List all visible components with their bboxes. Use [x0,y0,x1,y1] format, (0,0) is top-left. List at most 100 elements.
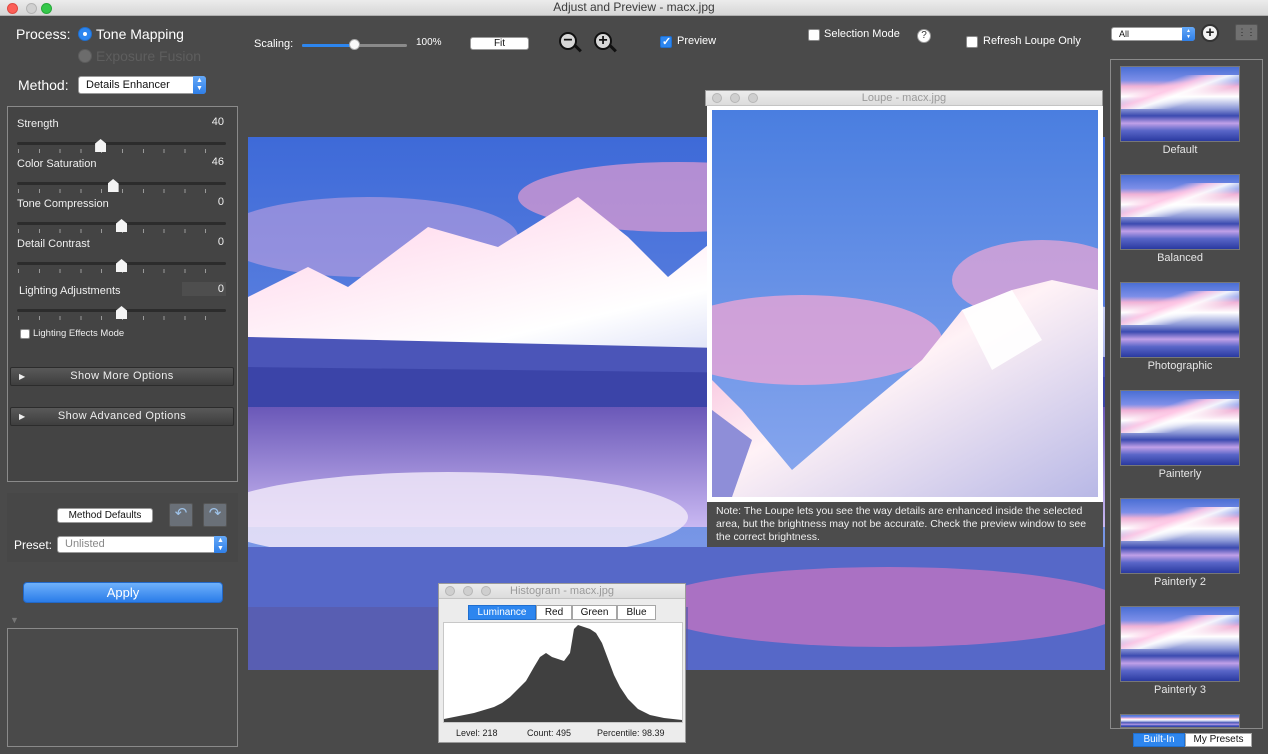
loupe-view[interactable] [662,106,1132,502]
histogram-window: Histogram - macx.jpg Luminance Red Green… [438,583,686,743]
close-icon[interactable] [7,3,18,14]
grid-view-icon[interactable]: ⋮⋮ [1235,24,1258,41]
add-preset-icon[interactable]: + [1201,24,1219,42]
undo-icon[interactable]: ↶ [169,503,193,527]
log-disclosure-icon[interactable]: ▼ [10,615,19,625]
scaling-value: 100% [416,37,442,48]
exposure-fusion-radio[interactable] [78,49,92,63]
disclosure-triangle-icon: ▶ [19,372,26,381]
process-label: Process: [16,26,71,42]
zoom-out-icon[interactable]: − [559,32,582,56]
histogram-tab-green[interactable]: Green [572,605,617,620]
show-advanced-options-label: Show Advanced Options [57,410,187,422]
preset-default-label[interactable]: Default [1112,144,1248,156]
method-label: Method: [18,77,69,93]
loupe-window: Loupe - macx.jpg [705,90,1103,106]
refresh-loupe-checkbox[interactable] [966,36,978,48]
zoom-in-icon[interactable]: + [594,32,617,56]
log-panel [7,628,238,747]
chevron-updown-icon: ▲ ▼ [1182,27,1195,41]
preset-default-thumbnail[interactable] [1120,66,1240,142]
histogram-close-icon[interactable] [445,586,455,596]
histogram-titlebar: Histogram - macx.jpg [439,584,685,599]
histogram-zoom-icon[interactable] [481,586,491,596]
preset-balanced-thumbnail[interactable] [1120,174,1240,250]
color-saturation-value: 46 [211,156,224,168]
selection-mode-checkbox[interactable] [808,29,820,41]
histogram-graph [444,625,682,722]
histogram-minimize-icon[interactable] [463,586,473,596]
fit-button[interactable]: Fit [470,37,529,50]
preset-painterly-label[interactable]: Painterly [1112,468,1248,480]
help-icon[interactable]: ? [917,29,931,43]
preset-label: Preset: [14,538,53,552]
tone-mapping-radio[interactable] [78,27,92,41]
strength-label: Strength [17,118,59,130]
show-more-options-label: Show More Options [70,370,174,382]
chevron-updown-icon: ▲ ▼ [193,76,206,94]
histogram-title: Histogram - macx.jpg [510,585,614,597]
selection-mode-label[interactable]: Selection Mode [824,28,900,40]
method-select[interactable]: Details Enhancer ▲ ▼ [78,76,206,94]
histogram-tab-red[interactable]: Red [536,605,572,620]
preset-painterly-2-label[interactable]: Painterly 2 [1112,576,1248,588]
exposure-fusion-label[interactable]: Exposure Fusion [96,48,201,64]
method-select-value: Details Enhancer [86,79,170,91]
preset-select[interactable]: Unlisted ▲ ▼ [57,536,227,553]
strength-value: 40 [211,116,224,128]
loupe-titlebar: Loupe - macx.jpg [706,91,1102,106]
histogram-tab-blue[interactable]: Blue [617,605,656,620]
preset-select-value: Unlisted [65,538,105,550]
preset-painterly-3-label[interactable]: Painterly 3 [1112,684,1248,696]
lighting-effects-mode-label[interactable]: Lighting Effects Mode [33,328,124,339]
detail-contrast-value: 0 [217,236,224,248]
lighting-adjustments-label: Lighting Adjustments [19,285,121,297]
histogram-percentile: Percentile: 98.39 [597,728,665,738]
window-title: Adjust and Preview - macx.jpg [553,0,715,14]
lighting-adjustments-value: 0 [217,283,224,295]
refresh-loupe-label[interactable]: Refresh Loupe Only [983,35,1081,47]
color-saturation-slider[interactable] [17,182,226,185]
zoom-icon[interactable] [41,3,52,14]
loupe-minimize-icon[interactable] [730,93,740,103]
chevron-updown-icon: ▲ ▼ [214,536,227,553]
preset-next-thumbnail[interactable] [1120,714,1240,728]
preset-painterly-2-thumbnail[interactable] [1120,498,1240,574]
method-defaults-button[interactable]: Method Defaults [57,508,153,523]
scaling-label: Scaling: [254,38,294,50]
presets-tab-built-in[interactable]: Built-In [1133,733,1185,747]
show-more-options-button[interactable]: ▶ Show More Options [10,367,234,386]
histogram-level: Level: 218 [456,728,498,738]
disclosure-triangle-icon: ▶ [19,412,26,421]
redo-icon[interactable]: ↷ [203,503,227,527]
apply-button[interactable]: Apply [23,582,223,603]
color-saturation-label: Color Saturation [17,158,97,170]
loupe-zoom-icon[interactable] [748,93,758,103]
loupe-note: Note: The Loupe lets you see the way det… [707,502,1103,547]
loupe-title: Loupe - macx.jpg [861,92,947,104]
preset-filter-select[interactable]: All ▲ ▼ [1111,27,1195,41]
histogram-plot[interactable] [443,622,683,723]
preview-label[interactable]: Preview [677,35,716,47]
window-titlebar: Adjust and Preview - macx.jpg [0,0,1268,16]
loupe-image [662,110,1132,497]
preset-photographic-label[interactable]: Photographic [1112,360,1248,372]
loupe-close-icon[interactable] [712,93,722,103]
lighting-effects-mode-checkbox[interactable] [20,329,30,339]
show-advanced-options-button[interactable]: ▶ Show Advanced Options [10,407,234,426]
scaling-slider-fill [302,44,355,47]
detail-contrast-label: Detail Contrast [17,238,90,250]
tone-compression-label: Tone Compression [17,198,109,210]
presets-tab-my-presets[interactable]: My Presets [1185,733,1252,747]
preset-painterly-3-thumbnail[interactable] [1120,606,1240,682]
histogram-tab-luminance[interactable]: Luminance [468,605,536,620]
strength-slider[interactable] [17,142,226,145]
preview-checkbox[interactable] [660,35,672,48]
preset-photographic-thumbnail[interactable] [1120,282,1240,358]
scaling-slider-thumb[interactable] [349,39,360,50]
tone-mapping-label[interactable]: Tone Mapping [96,26,184,42]
histogram-count: Count: 495 [527,728,572,738]
preset-balanced-label[interactable]: Balanced [1112,252,1248,264]
preset-painterly-thumbnail[interactable] [1120,390,1240,466]
minimize-icon[interactable] [26,3,37,14]
